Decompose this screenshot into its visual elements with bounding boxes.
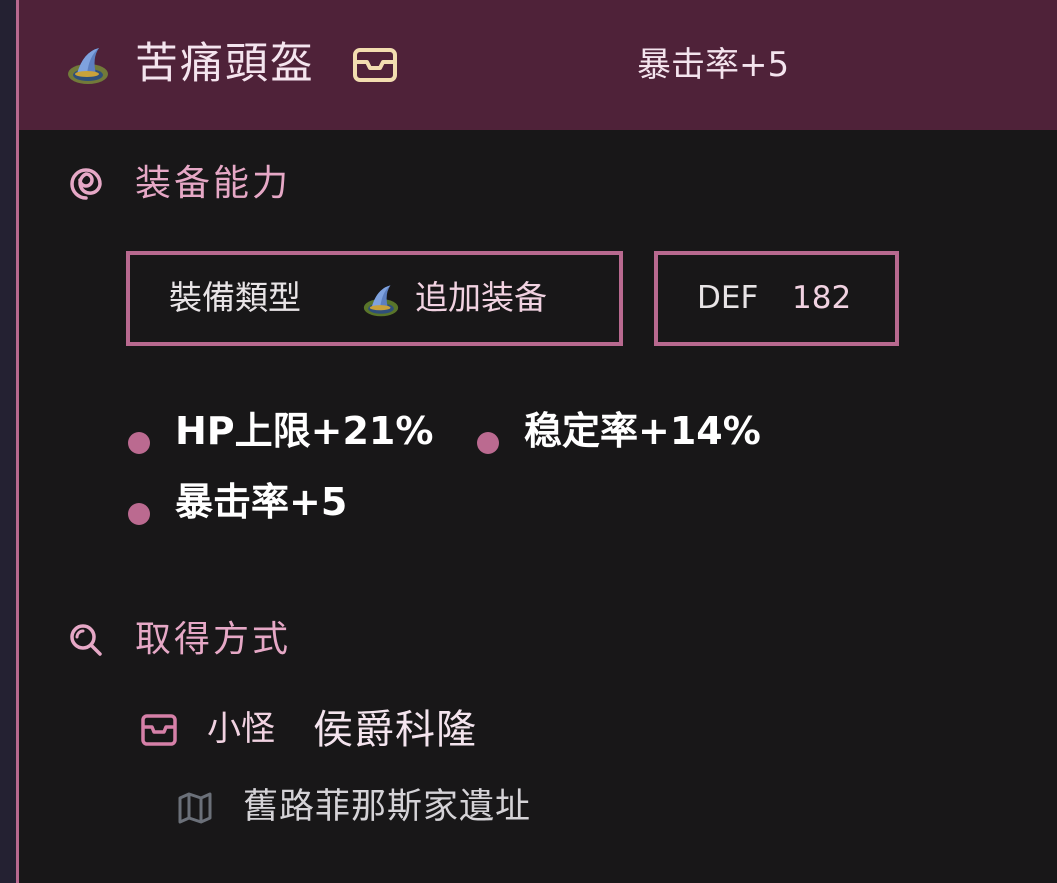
item-detail-panel: 苦痛頭盔 暴击率+5 装备能力 裝備類型 追加装备 DEF 182 HP上限+2… [19,0,1057,883]
wizard-hat-icon [68,48,108,84]
source-kind: 小怪 [207,709,275,749]
equip-type-label: 裝備類型 [169,278,301,317]
inbox-icon [141,714,177,746]
spiral-icon [70,168,102,200]
window-edge [0,0,16,883]
stat-stability: 稳定率+14% [524,409,761,453]
stat-bullet [477,432,499,454]
source-section-title: 取得方式 [135,619,292,660]
wizard-hat-icon [363,285,399,317]
item-name: 苦痛頭盔 [135,39,315,89]
header-stat: 暴击率+5 [637,45,790,85]
stat-crit: 暴击率+5 [175,480,348,524]
def-value: 182 [792,280,852,316]
inbox-icon [353,48,397,82]
equip-section-title: 装备能力 [135,163,292,204]
stat-hp: HP上限+21% [175,409,434,453]
map-icon [178,792,212,824]
location-name[interactable]: 舊路菲那斯家遺址 [243,784,531,830]
item-header: 苦痛頭盔 暴击率+5 [19,0,1057,130]
source-name[interactable]: 侯爵科隆 [313,704,477,756]
search-icon [70,624,102,656]
stat-bullet [128,432,150,454]
def-tag [654,251,899,346]
equip-type-value: 追加装备 [415,278,547,317]
stat-bullet [128,503,150,525]
def-label: DEF [697,280,759,316]
